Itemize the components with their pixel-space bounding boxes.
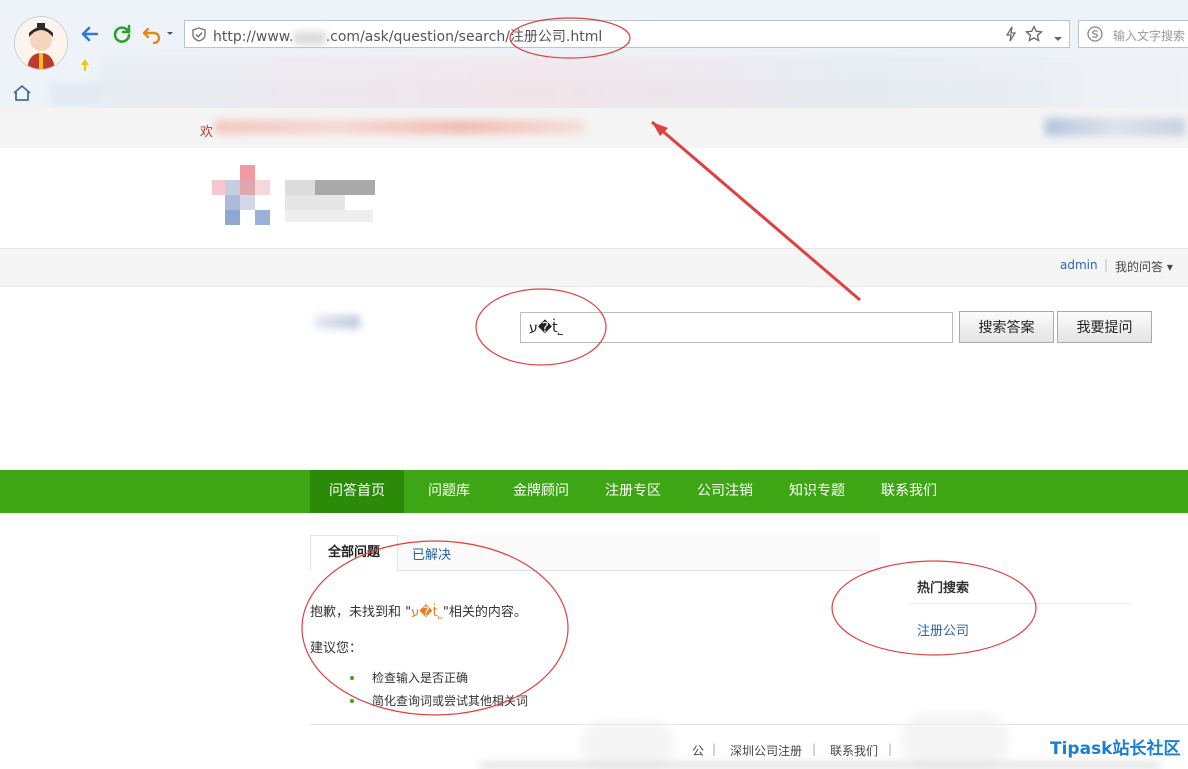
lamp-icon: [80, 58, 90, 76]
blurred-login[interactable]: [1045, 118, 1185, 136]
url-suffix: .com/ask/question/search/注册公司.html: [325, 29, 603, 45]
security-shield-icon: [192, 27, 206, 46]
user-bar: [0, 248, 1188, 287]
address-bar[interactable]: http://www.▆▆▆.com/ask/question/search/注…: [184, 20, 1070, 48]
ask-question-button[interactable]: 我要提问: [1057, 311, 1152, 343]
bullet-icon: [350, 699, 354, 703]
footer-link-contact[interactable]: 联系我们: [830, 742, 878, 759]
footer-separator: |: [812, 742, 817, 756]
bullet-icon: [350, 676, 354, 680]
nav-contact-us[interactable]: 联系我们: [868, 470, 950, 513]
footer-link-shenzhen[interactable]: 深圳公司注册: [730, 742, 802, 759]
footer-separator: |: [712, 742, 717, 756]
search-answers-button[interactable]: 搜索答案: [959, 311, 1054, 343]
suggestion-heading: 建议您：: [310, 641, 363, 656]
search-engine-icon: [1087, 26, 1103, 46]
bookmark-star-icon[interactable]: [1024, 24, 1044, 47]
url-prefix: http://www.: [213, 29, 294, 45]
hot-search-item[interactable]: 注册公司: [917, 620, 969, 639]
hot-search-title: 热门搜索: [917, 581, 970, 596]
nav-gold-consultants[interactable]: 金牌顾问: [500, 470, 582, 513]
admin-link[interactable]: admin: [1060, 258, 1098, 272]
nav-question-bank[interactable]: 问题库: [414, 470, 484, 513]
footer-separator: |: [888, 742, 893, 756]
blurred-footer-text: [480, 762, 1160, 769]
tab-all-questions[interactable]: 全部问题: [310, 535, 398, 571]
nav-home[interactable]: 问答首页: [310, 470, 404, 513]
nav-registration-zone[interactable]: 注册专区: [592, 470, 674, 513]
no-results-prefix: 抱歉，未找到和 ": [310, 605, 412, 620]
search-placeholder: 输入文字搜索: [1113, 29, 1186, 43]
footer-link[interactable]: 公: [692, 742, 704, 759]
footer-divider: [310, 724, 1188, 725]
tipask-watermark: Tipask站长社区: [1050, 739, 1181, 759]
no-results-suffix: "相关的内容。: [442, 605, 527, 620]
refresh-icon[interactable]: [110, 22, 134, 46]
nav-knowledge-topics[interactable]: 知识专题: [776, 470, 858, 513]
site-logo[interactable]: [212, 165, 377, 225]
my-questions-menu[interactable]: 我的问答 ▾: [1115, 258, 1173, 275]
lightning-icon[interactable]: [1005, 26, 1017, 46]
profile-avatar[interactable]: [14, 16, 68, 70]
blurred-welcome: [215, 120, 585, 134]
no-results-message: 抱歉，未找到和 "ע�ṫ˾"相关的内容。: [310, 601, 527, 620]
back-icon[interactable]: [78, 22, 102, 46]
suggestion-item: 检查输入是否正确: [372, 671, 469, 685]
browser-search-bar[interactable]: 输入文字搜索: [1078, 20, 1188, 48]
blurred-element: [900, 712, 1010, 769]
no-results-keyword: ע�ṫ˾: [411, 605, 443, 620]
site-top-bar: [0, 108, 1188, 148]
home-icon[interactable]: [12, 84, 32, 106]
dropdown-arrow-icon[interactable]: [1053, 31, 1063, 46]
nav-company-deregistration[interactable]: 公司注销: [684, 470, 766, 513]
suggestion-item: 简化查询词或尝试其他相关词: [372, 694, 529, 708]
tab-solved[interactable]: 已解决: [412, 544, 451, 563]
undo-menu-icon[interactable]: [142, 22, 176, 46]
url-text[interactable]: http://www.▆▆▆.com/ask/question/search/注…: [213, 26, 602, 46]
user-separator: |: [1104, 258, 1109, 272]
annotation-ellipse-hot: [831, 560, 1037, 656]
question-search-input[interactable]: ע�ṫ˾: [520, 312, 953, 343]
url-redacted: ▆▆▆: [293, 29, 326, 45]
blurred-element: [315, 315, 360, 329]
welcome-text: 欢: [200, 125, 214, 140]
hot-search-divider: [910, 603, 1130, 604]
